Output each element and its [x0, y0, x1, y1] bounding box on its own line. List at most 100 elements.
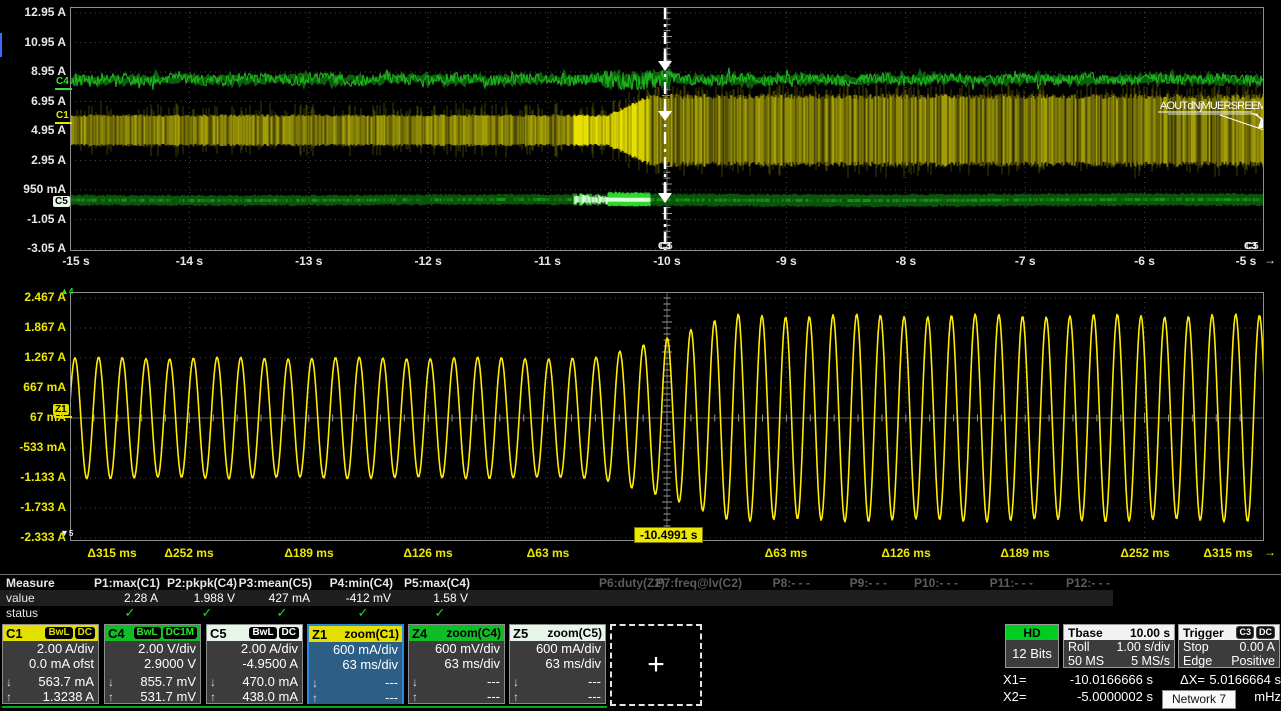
descriptor-box-c1[interactable]: C1BwLDC2.00 A/div0.0 mA ofst↓563.7 mA↑1.…: [2, 624, 99, 704]
hd-mode-box[interactable]: HD 12 Bits: [1005, 624, 1059, 668]
descriptor-body: 600 mV/div63 ms/div↓---↑---: [409, 641, 504, 704]
zoom-graticule[interactable]: [70, 292, 1264, 541]
zoom-y-tick-label: -1.133 A: [0, 470, 66, 485]
descriptor-box-z4[interactable]: Z4zoom(C4)600 mV/div63 ms/div↓---↑---: [408, 624, 505, 704]
network-tooltip: Network 7: [1162, 690, 1236, 709]
timebase-scale: 1.00 s/div: [1116, 640, 1170, 654]
main-y-tick-label: 6.95 A: [0, 94, 66, 109]
zoom-y-tick-label: 2.467 A: [0, 290, 66, 305]
measure-param-header[interactable]: P5:max(C4): [340, 576, 470, 590]
trigger-coupling-badge: DC: [1256, 626, 1275, 639]
main-y-tick-label: -1.05 A: [0, 212, 66, 227]
divider: [0, 574, 1281, 575]
zoom-center-time-label: -10.4991 s: [634, 527, 703, 543]
descriptor-header: Z1zoom(C1): [309, 626, 402, 642]
main-y-tick-label: 10.95 A: [0, 35, 66, 50]
oscilloscope-screen: AOUTdNjMUERSREEMdT -10.4991 s Measure va…: [0, 0, 1281, 711]
main-time-tick-label: -11 s: [506, 254, 590, 268]
x2-label: X2=: [1003, 688, 1041, 705]
x1-label: X1=: [1003, 671, 1041, 688]
plus-icon: +: [647, 650, 665, 680]
timebase-samples: 50 MS: [1068, 654, 1104, 668]
measure-row-label-status: status: [6, 606, 38, 620]
add-trace-box[interactable]: +: [610, 624, 702, 706]
trigger-slope: Positive: [1231, 654, 1275, 668]
timebase-value: 10.00 s: [1130, 626, 1170, 640]
descriptor-header: Z4zoom(C4): [409, 625, 504, 641]
descriptor-body: 600 mA/div63 ms/div↓---↑---: [510, 641, 605, 704]
descriptor-header: C1BwLDC: [3, 625, 98, 641]
main-time-tick-label: -13 s: [267, 254, 351, 268]
measure-param-header[interactable]: P12:- - -: [980, 576, 1110, 590]
descriptor-box-z1[interactable]: Z1zoom(C1)600 mA/div63 ms/div↓---↑---: [307, 624, 404, 704]
dx-label: ΔX=: [1153, 671, 1205, 688]
zoom-position-line-z1: [54, 416, 72, 418]
zoom-y-tick-label: -533 mA: [0, 440, 66, 455]
hd-bits: 12 Bits: [1006, 640, 1058, 667]
hidden-descriptor-strip: [2, 706, 607, 708]
descriptor-box-z5[interactable]: Z5zoom(C5)600 mA/div63 ms/div↓---↑---: [509, 624, 606, 704]
zoom-time-tick-label: Δ252 ms: [147, 546, 231, 560]
main-time-tick-label: -10 s: [625, 254, 709, 268]
measure-status-check-icon: ✓: [252, 605, 312, 620]
z4-offscale-up-marker: ▲4: [60, 287, 73, 296]
measure-param-value: 1.58 V: [340, 591, 468, 606]
descriptor-header: Z5zoom(C5): [510, 625, 605, 641]
z5-offscale-down-marker: ▼5: [60, 529, 73, 538]
descriptor-header: C5BwLDC: [207, 625, 302, 641]
bottom-edge-channel-marker: C3C5: [1244, 241, 1259, 252]
zoom-y-tick-label: -1.733 A: [0, 500, 66, 515]
trigger-level: 0.00 A: [1240, 640, 1275, 654]
main-y-tick-label: 2.95 A: [0, 153, 66, 168]
timebase-box[interactable]: Tbase 10.00 s Roll 1.00 s/div 50 MS 5 MS…: [1063, 624, 1175, 668]
measure-status-check-icon: ✓: [177, 605, 237, 620]
descriptor-header: C4BwLDC1M: [105, 625, 200, 641]
zoom-time-tick-label: Δ63 ms: [744, 546, 828, 560]
trigger-box[interactable]: Trigger C3 DC Stop 0.00 A Edge Positive: [1178, 624, 1280, 668]
zoom-time-tick-label: Δ189 ms: [983, 546, 1067, 560]
descriptor-body: 2.00 A/div-4.9500 A↓470.0 mA↑438.0 mA: [207, 641, 302, 704]
measure-status-check-icon: ✓: [333, 605, 393, 620]
main-time-tick-label: -9 s: [744, 254, 828, 268]
measure-status-check-icon: ✓: [100, 605, 160, 620]
descriptor-box-c4[interactable]: C4BwLDC1M2.00 V/div2.9000 V↓855.7 mV↑531…: [104, 624, 201, 704]
zoom-time-tick-label: Δ126 ms: [864, 546, 948, 560]
channel-position-line-c4: [55, 88, 72, 90]
dx-value: 5.0166664 s: [1205, 671, 1281, 688]
zoom-y-tick-label: 1.867 A: [0, 320, 66, 335]
main-graticule[interactable]: AOUTdNjMUERSREEMdT: [70, 7, 1264, 251]
channel-position-line-c1: [55, 122, 72, 124]
zoom-time-tick-label: Δ126 ms: [386, 546, 470, 560]
channel-tag-z1[interactable]: Z1: [53, 404, 69, 415]
descriptor-body: 2.00 A/div0.0 mA ofst↓563.7 mA↑1.3238 A: [3, 641, 98, 704]
annotation-label: AOUTdNjMUERSREEMdT: [1160, 100, 1264, 112]
channel-tag-c1[interactable]: C1: [56, 110, 69, 121]
timebase-rate: 5 MS/s: [1131, 654, 1170, 668]
channel-tag-c4[interactable]: C4: [56, 76, 69, 87]
main-y-tick-label: 12.95 A: [0, 5, 66, 20]
trigger-type: Edge: [1183, 654, 1212, 668]
main-time-tick-label: -6 s: [1103, 254, 1187, 268]
main-time-axis-arrow: →: [1264, 253, 1276, 267]
trigger-title: Trigger: [1183, 626, 1224, 640]
x1-value: -10.0166666 s: [1041, 671, 1153, 688]
main-y-tick-label: 950 mA: [0, 182, 66, 197]
zoom-time-tick-label: Δ252 ms: [1103, 546, 1187, 560]
zoom-y-tick-label: 1.267 A: [0, 350, 66, 365]
zoom-time-tick-label: Δ189 ms: [267, 546, 351, 560]
descriptor-box-c5[interactable]: C5BwLDC2.00 A/div-4.9500 A↓470.0 mA↑438.…: [206, 624, 303, 704]
bottom-edge-channel-marker: C3C5: [658, 241, 673, 252]
cursor-readout: X1= -10.0166666 s ΔX= 5.0166664 s X2= -5…: [1003, 671, 1281, 705]
descriptor-body: 2.00 V/div2.9000 V↓855.7 mV↑531.7 mV: [105, 641, 200, 704]
timebase-title: Tbase: [1068, 626, 1103, 640]
hd-label: HD: [1006, 625, 1058, 640]
zoom-time-tick-label: Δ315 ms: [1186, 546, 1270, 560]
channel-tag-c5[interactable]: C5: [53, 196, 70, 207]
zoom-time-tick-label: Δ63 ms: [506, 546, 590, 560]
zoom-y-tick-label: -2.333 A: [0, 530, 66, 545]
main-time-tick-label: -7 s: [983, 254, 1067, 268]
main-time-tick-label: -8 s: [864, 254, 948, 268]
zoom-time-axis-arrow: →: [1264, 545, 1276, 559]
trigger-source-badge: C3: [1236, 626, 1254, 639]
trigger-mode: Stop: [1183, 640, 1209, 654]
